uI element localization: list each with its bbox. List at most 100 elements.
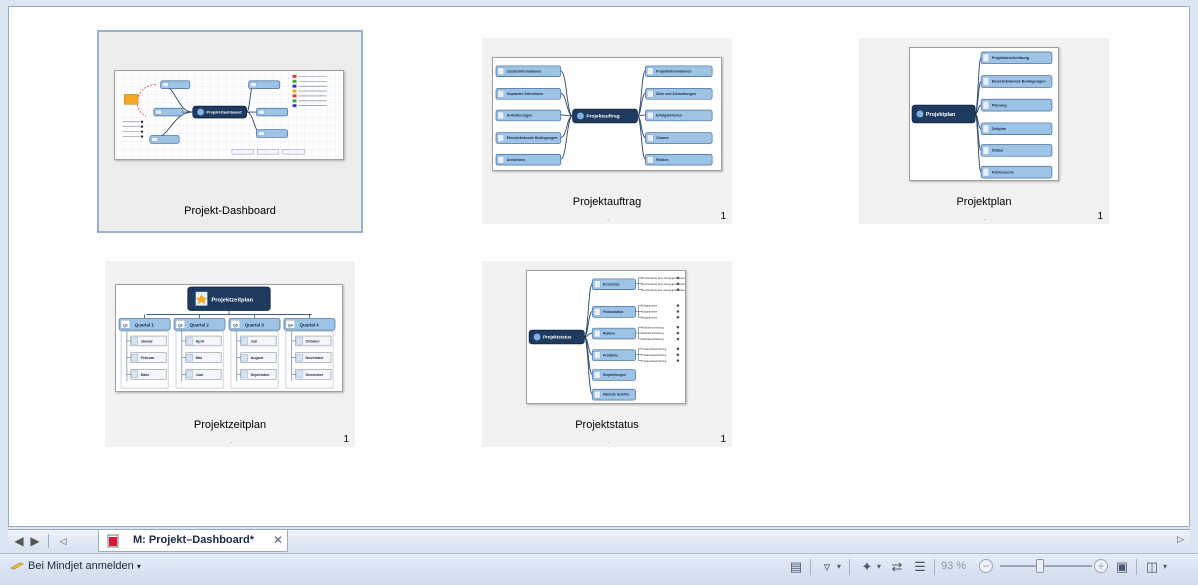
separator — [934, 559, 935, 575]
topic-label: Q1 — [123, 324, 128, 328]
bullet — [140, 130, 144, 133]
topic-icon — [647, 90, 654, 98]
task-icon — [292, 79, 297, 83]
slide-card-dashboard[interactable]: Projekt-Dashboard Projekt-Dashboard — [97, 30, 363, 233]
topic-label: Projektinformationen — [656, 69, 691, 73]
chevron-down-icon: ▾ — [136, 562, 141, 571]
zoom-out-button[interactable]: − — [979, 559, 993, 573]
chevron-down-icon[interactable]: ▾ — [874, 559, 884, 575]
calendar-icon — [131, 337, 138, 345]
slide-page-count: 1 — [1097, 211, 1103, 222]
projektzeitplan-orgchart-preview: Projektzeitplan Q1 Quartal 1 Januar Februar M… — [118, 286, 336, 389]
topic-icon — [162, 82, 169, 87]
topic-label: Planung — [992, 103, 1007, 107]
zoom-level: 93 % — [941, 560, 967, 572]
topic-icon — [982, 124, 990, 133]
topic-label: März — [141, 373, 150, 377]
topic-label: Einschränkende Bedingungen — [507, 136, 558, 140]
slide-card-projektplan[interactable]: Projektbeschreibung Einschränkende Beding… — [859, 38, 1109, 224]
chevron-down-icon[interactable]: ▾ — [834, 559, 844, 575]
close-icon[interactable]: ✕ — [273, 533, 283, 547]
connector-line — [635, 327, 639, 339]
topic-label: Finanzstatus — [603, 310, 623, 314]
slide-marker: . — [607, 213, 610, 222]
outline-view-icon[interactable]: ☰ — [911, 559, 929, 575]
task-icon — [292, 94, 297, 98]
slide-title: Projekt-Dashboard — [184, 205, 276, 217]
topic-label: Februar — [141, 356, 155, 360]
calendar-icon — [186, 370, 193, 378]
slide-card-projektauftrag[interactable]: Zusatzinformationen Geplanter Zeitrahmen A… — [482, 38, 732, 224]
zoom-slider-handle[interactable] — [1036, 559, 1044, 573]
gear-icon — [533, 333, 541, 341]
topic-label: Juli — [251, 339, 257, 343]
topic-icon — [155, 109, 162, 115]
calendar-icon — [241, 354, 248, 362]
slide-thumbnail: Projektzeitplan Q1 Quartal 1 Januar Februar M… — [115, 284, 343, 392]
topic-label: Oktober — [306, 339, 321, 343]
branch-line — [583, 283, 593, 338]
calendar-icon — [296, 370, 303, 378]
topic-label: Risikobeschreibung — [641, 331, 664, 335]
slide-title: Projektplan — [956, 196, 1012, 208]
task-icon — [292, 99, 297, 103]
tab-scroll-left-icon[interactable]: ◁ — [56, 534, 70, 548]
mindjet-login-button[interactable]: Bei Mindjet anmelden ▾ — [10, 560, 141, 572]
slide-card-projektzeitplan[interactable]: Projektzeitplan Q1 Quartal 1 Januar Februar M… — [105, 261, 355, 447]
topic-label: Quartal 3 — [245, 323, 265, 328]
topic-label: Projektauftrag — [586, 114, 619, 120]
arrow-right-icon[interactable]: ▶ — [28, 534, 42, 548]
topic-icon — [497, 67, 504, 75]
topic-icon — [647, 67, 654, 75]
topic-icon — [647, 111, 654, 120]
slide-thumbnail: Zusatzinformationen Geplanter Zeitrahmen A… — [492, 57, 722, 171]
topic-icon — [594, 280, 601, 288]
topic-label: Budgetposten — [641, 304, 657, 308]
fit-map-icon[interactable]: ▣ — [1113, 559, 1131, 575]
gear-icon — [577, 112, 584, 120]
projektauftrag-mindmap-preview: Zusatzinformationen Geplanter Zeitrahmen A… — [495, 65, 713, 166]
bullet — [676, 304, 680, 307]
projektstatus-mindmap-preview: Erreichtes Finanzstatus Risiken Probleme Emp… — [528, 276, 685, 401]
slide-title: Projektzeitplan — [193, 419, 267, 431]
gear-icon — [197, 108, 205, 116]
separator — [1136, 559, 1137, 575]
calendar-icon — [296, 337, 303, 345]
arrow-left-icon[interactable]: ◀ — [12, 534, 26, 548]
projektplan-mindmap-preview: Projektbeschreibung Einschränkende Beding… — [911, 51, 1053, 179]
topic-icon — [151, 137, 158, 142]
page-layout-icon[interactable]: ▤ — [787, 559, 805, 575]
balance-map-icon[interactable]: ⇄ — [888, 559, 906, 575]
zoom-slider-track[interactable] — [1000, 565, 1092, 567]
task-pane-icon[interactable]: ◫ — [1143, 559, 1161, 575]
topic-label: Geplanter Zeitrahmen — [507, 92, 543, 96]
connector-line — [635, 305, 639, 318]
bullet — [676, 331, 680, 335]
tab-projekt-dashboard[interactable]: M: Projekt–Dashboard* ✕ — [98, 530, 288, 552]
topic-icon — [594, 308, 601, 316]
bullet — [140, 120, 144, 124]
branch-line — [560, 70, 574, 117]
status-bar: Bei Mindjet anmelden ▾ ▤ ▿ ▾ ✦ ▾ ⇄ ☰ 93 … — [0, 553, 1198, 585]
slide-card-projektstatus[interactable]: Erreichtes Finanzstatus Risiken Probleme Emp… — [482, 261, 732, 447]
slide-sorter-canvas: Projekt-Dashboard Projekt-Dashboard Zusa… — [8, 6, 1190, 527]
topic-label: Erreichtes — [603, 282, 619, 286]
topic-label: August — [251, 356, 265, 360]
calendar-icon — [186, 337, 193, 345]
calendar-icon — [241, 370, 248, 378]
slide-thumbnail: Projektbeschreibung Einschränkende Beding… — [909, 47, 1059, 181]
slide-title: Projektstatus — [575, 419, 639, 431]
bullet — [140, 125, 144, 128]
tab-scroll-right-icon[interactable]: ▷ — [1177, 534, 1184, 545]
topic-icon — [982, 101, 990, 110]
topic-label: Probleme — [603, 353, 618, 357]
topic-label: Quartal 4 — [300, 323, 320, 328]
bullet — [140, 135, 144, 138]
topic-label: Einschränkende Bedingungen — [992, 80, 1046, 84]
zoom-in-button[interactable]: + — [1094, 559, 1108, 573]
task-icon — [292, 84, 297, 88]
chevron-down-icon[interactable]: ▾ — [1160, 559, 1170, 575]
topic-icon — [497, 111, 504, 120]
task-icon — [292, 89, 297, 93]
bullet — [676, 288, 680, 291]
